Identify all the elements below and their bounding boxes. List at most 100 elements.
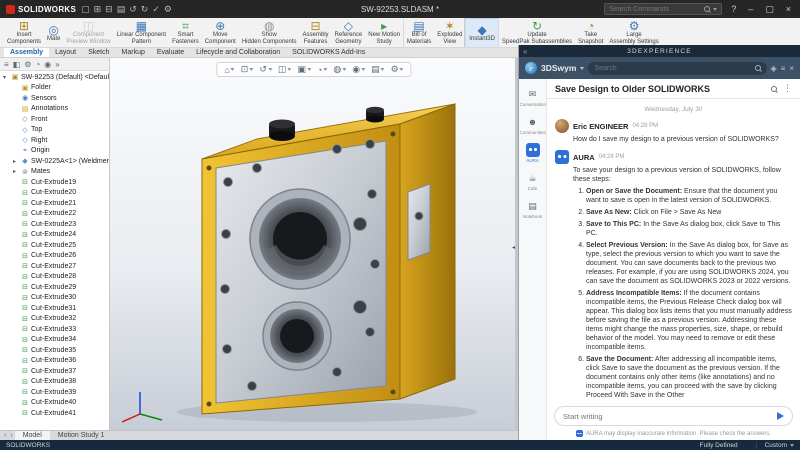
tree-item[interactable]: ⊟ Cut-Extrude21 — [0, 198, 109, 209]
chevron-down-icon[interactable] — [580, 67, 584, 70]
rail-item[interactable]: ▤ Notebook — [520, 199, 546, 219]
ribbon-tab[interactable]: Assembly — [4, 48, 49, 57]
tree-item[interactable]: ⊟ Cut-Extrude29 — [0, 282, 109, 293]
tree-item[interactable]: ⊟ Cut-Extrude20 — [0, 188, 109, 199]
close-panel-icon[interactable]: × — [789, 64, 794, 73]
view-toolbar-icon[interactable]: ⊡ — [241, 64, 254, 75]
minimize-button[interactable]: – — [745, 4, 756, 14]
tree-item[interactable]: ⌖ Origin — [0, 146, 109, 157]
view-toolbar-icon[interactable]: ◉ — [352, 64, 365, 75]
message-list[interactable]: Wednesday, July 30 Eric ENGINEER 04:28 P… — [547, 99, 800, 404]
unit-system-dropdown[interactable]: Custom — [756, 442, 794, 449]
chevron-down-icon[interactable] — [323, 68, 327, 71]
help-icon[interactable]: ? — [728, 4, 739, 14]
chevron-down-icon[interactable] — [713, 8, 717, 11]
view-toolbar-icon[interactable]: ◍ — [333, 64, 346, 75]
ribbon-button[interactable]: ↻ Update SpeedPak Subassemblies — [498, 19, 575, 47]
ribbon-button[interactable]: ▸ New Motion Study — [365, 19, 403, 47]
tree-item[interactable]: ⊟ Cut-Extrude34 — [0, 335, 109, 346]
tree-item[interactable]: ◇ Right — [0, 135, 109, 146]
tree-item[interactable]: ⊟ Cut-Extrude41 — [0, 408, 109, 419]
kebab-menu-icon[interactable]: ⋮ — [783, 83, 792, 94]
tree-item[interactable]: ⊟ Cut-Extrude38 — [0, 377, 109, 388]
ribbon-tab[interactable]: Markup — [116, 48, 151, 57]
rail-item[interactable]: ☻ Communities — [520, 115, 546, 135]
collapse-icon[interactable]: « — [523, 47, 529, 56]
tree-item[interactable]: ⊟ Cut-Extrude26 — [0, 251, 109, 262]
collapse-panel-icon[interactable]: ◂ — [512, 244, 515, 251]
ribbon-button[interactable]: ◫ Component Preview Window — [63, 19, 113, 47]
ribbon-button[interactable]: ◍ Show Hidden Components — [239, 19, 300, 47]
model-tab[interactable]: Model — [15, 431, 50, 440]
titlebar-quick-icon[interactable]: ↺ — [129, 4, 137, 15]
close-button[interactable]: × — [783, 4, 794, 14]
view-toolbar-icon[interactable]: ⚙ — [391, 64, 404, 75]
maximize-button[interactable]: ▢ — [762, 4, 777, 15]
ribbon-button[interactable]: ✶ Exploded View — [434, 19, 465, 47]
titlebar-quick-icon[interactable]: ▢ — [81, 4, 90, 15]
cad-model[interactable] — [132, 64, 496, 428]
tag-icon[interactable]: ◈ — [771, 64, 777, 73]
ribbon-tab[interactable]: Layout — [49, 48, 82, 57]
message-input[interactable] — [563, 412, 772, 421]
featuremanager-tab-icon[interactable]: ◔ — [35, 60, 40, 69]
ribbon-button[interactable]: ▤ Bill of Materials — [403, 19, 434, 47]
tree-item[interactable]: ⊟ Cut-Extrude33 — [0, 324, 109, 335]
featuremanager-tab-icon[interactable]: ◧ — [13, 60, 21, 69]
featuremanager-tab-icon[interactable]: ≡ — [4, 60, 9, 69]
chevron-down-icon[interactable] — [381, 68, 385, 71]
view-toolbar-icon[interactable]: ▤ — [371, 64, 385, 75]
ribbon-tab[interactable]: SOLIDWORKS Add-Ins — [286, 48, 371, 57]
ribbon-button[interactable]: ⌗ Smart Fasteners — [169, 19, 202, 47]
expand-caret-icon[interactable]: ▾ — [3, 74, 9, 81]
tree-item[interactable]: ⊟ Cut-Extrude35 — [0, 345, 109, 356]
titlebar-quick-icon[interactable]: ↻ — [141, 4, 149, 15]
chevron-down-icon[interactable] — [249, 68, 253, 71]
ribbon-button[interactable]: ⚙ Large Assembly Settings — [606, 19, 661, 47]
tree-item[interactable]: ▤ Annotations — [0, 104, 109, 115]
tree-root-item[interactable]: ▾ ▣ SW-92253 (Default) <Default_Displ — [0, 72, 109, 83]
ribbon-tab[interactable]: Evaluate — [151, 48, 190, 57]
ribbon-button[interactable]: ◔ Take Snapshot — [575, 19, 606, 47]
send-icon[interactable] — [777, 412, 784, 420]
ribbon-button[interactable]: ⊟ Assembly Features — [300, 19, 332, 47]
model-tab[interactable]: Motion Study 1 — [50, 431, 113, 440]
view-toolbar-icon[interactable]: ↺ — [259, 64, 272, 75]
featuremanager-tab-icon[interactable]: ⚙ — [24, 60, 31, 69]
chevron-down-icon[interactable] — [361, 68, 365, 71]
swym-search-box[interactable] — [588, 62, 766, 75]
chevron-down-icon[interactable] — [268, 68, 272, 71]
ribbon-button[interactable]: ⊕ Move Component — [202, 19, 239, 47]
tree-item[interactable]: ▸ ⊚ Mates — [0, 167, 109, 178]
view-toolbar-icon[interactable]: ◔ — [317, 65, 327, 75]
graphics-viewport[interactable]: ⌂ ⊡ ↺ ◫ ▣ ◔ ◍ ◉ ▤ ⚙ — [110, 58, 518, 430]
panel-splitter[interactable] — [515, 58, 518, 430]
expand-caret-icon[interactable]: ▸ — [13, 158, 19, 165]
tree-item[interactable]: ◉ Sensors — [0, 93, 109, 104]
message-input-bar[interactable] — [554, 406, 793, 426]
ribbon-button[interactable]: ◎ Mate — [44, 19, 63, 47]
featuremanager-tab-icon[interactable]: » — [55, 60, 59, 69]
search-commands-input[interactable] — [609, 6, 701, 13]
view-toolbar-icon[interactable]: ⌂ — [224, 65, 234, 75]
tree-item[interactable]: ⊟ Cut-Extrude24 — [0, 230, 109, 241]
titlebar-quick-icon[interactable]: ▤ — [117, 4, 126, 15]
titlebar-quick-icon[interactable]: ✓ — [152, 4, 160, 15]
titlebar-quick-icon[interactable]: ⚙ — [164, 4, 172, 15]
tree-item[interactable]: ⊟ Cut-Extrude39 — [0, 387, 109, 398]
tree-item[interactable]: ⊟ Cut-Extrude40 — [0, 398, 109, 409]
featuremanager-tab-icon[interactable]: ◉ — [44, 60, 51, 69]
tree-item[interactable]: ⊟ Cut-Extrude23 — [0, 219, 109, 230]
search-in-conversation-icon[interactable] — [771, 86, 777, 92]
tree-item[interactable]: ◇ Top — [0, 125, 109, 136]
tree-item[interactable]: ⊟ Cut-Extrude32 — [0, 314, 109, 325]
tree-item[interactable]: ⊟ Cut-Extrude25 — [0, 240, 109, 251]
tree-item[interactable]: ⊟ Cut-Extrude27 — [0, 261, 109, 272]
swym-app-name[interactable]: 3DSwym — [541, 63, 576, 73]
view-toolbar-icon[interactable]: ◫ — [278, 64, 292, 75]
ribbon-button[interactable]: ⊞ Insert Components — [4, 19, 44, 47]
chevron-down-icon[interactable] — [231, 68, 235, 71]
ribbon-button[interactable]: ◇ Reference Geometry — [332, 19, 366, 47]
tree-item[interactable]: ◇ Front — [0, 114, 109, 125]
view-toolbar-icon[interactable]: ▣ — [297, 64, 311, 75]
